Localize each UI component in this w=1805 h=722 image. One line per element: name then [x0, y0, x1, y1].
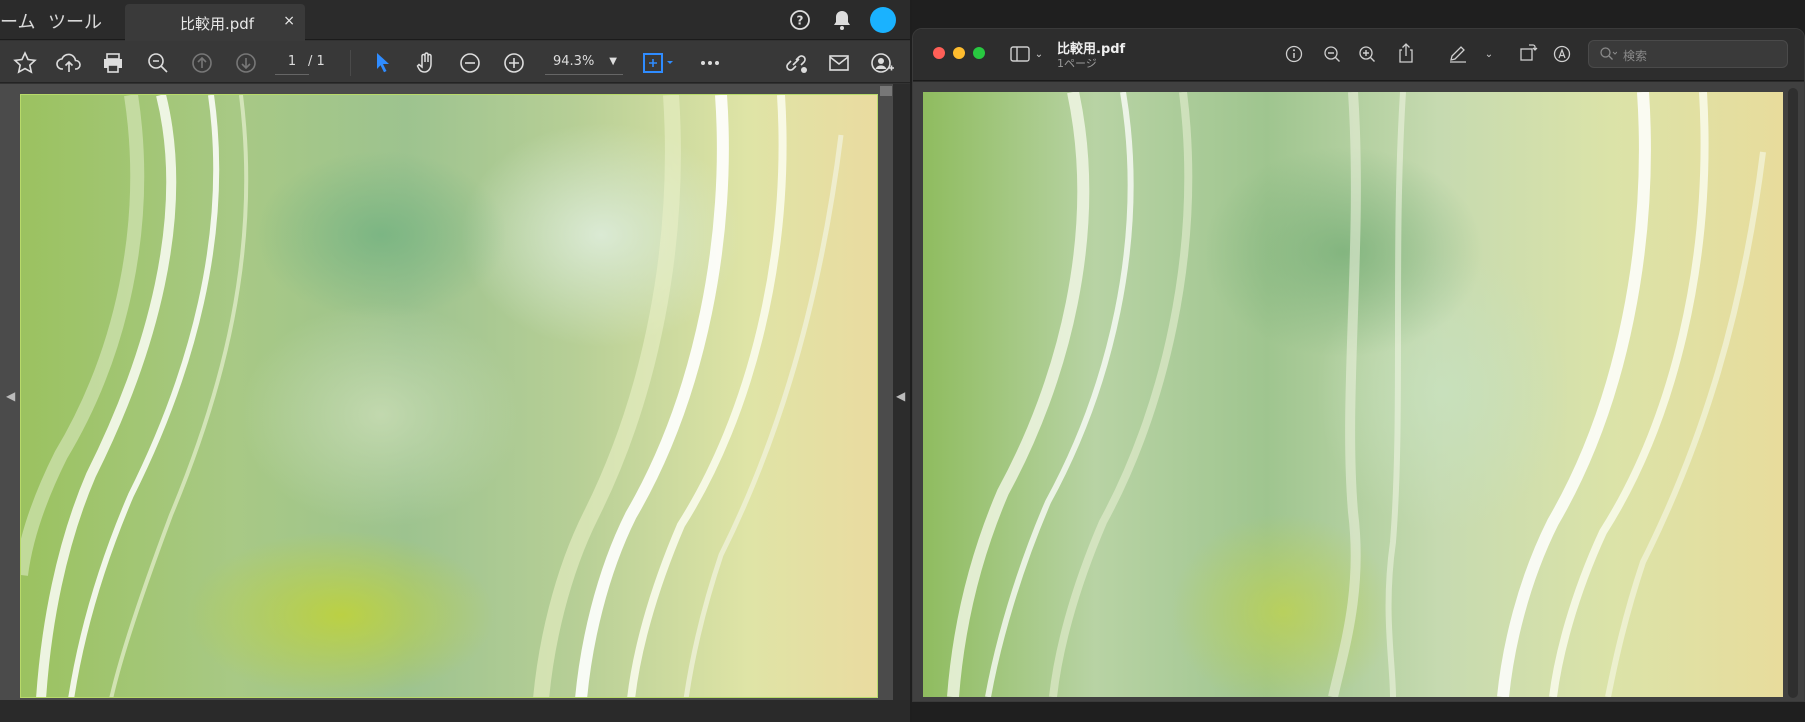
menu-item-partial[interactable]: ーム — [0, 8, 35, 34]
status-strip — [0, 700, 910, 722]
search-placeholder: 検索 — [1623, 49, 1648, 63]
preview-window: ⌄ 比較用.pdf 1ページ ⌄ 検索 — [912, 28, 1805, 702]
search-icon — [1599, 46, 1618, 66]
cloud-upload-icon[interactable] — [56, 50, 82, 76]
fit-page-icon[interactable] — [640, 50, 676, 76]
document-canvas: ◀ ◀ — [0, 84, 910, 722]
link-icon[interactable] — [782, 50, 810, 76]
page-down-icon[interactable] — [233, 50, 259, 76]
document-tab[interactable]: 比較用.pdf × — [125, 4, 305, 41]
page-total: / 1 — [308, 54, 325, 69]
right-panel-collapsed — [893, 84, 910, 722]
print-icon[interactable] — [100, 50, 126, 76]
search-field[interactable]: 検索 — [1588, 40, 1788, 68]
pdf-page — [20, 94, 878, 698]
bell-icon[interactable] — [830, 8, 854, 32]
hand-tool-icon[interactable] — [413, 50, 439, 76]
markup-icon[interactable] — [1551, 43, 1573, 65]
zoom-out-icon[interactable] — [457, 50, 483, 76]
close-tab-icon[interactable]: × — [283, 13, 295, 29]
minimize-window-button[interactable] — [953, 47, 965, 59]
zoom-out-icon[interactable] — [1321, 43, 1343, 65]
zoom-window-button[interactable] — [973, 47, 985, 59]
collapse-left-icon[interactable]: ◀ — [6, 389, 15, 403]
avatar[interactable] — [870, 7, 896, 33]
more-icon[interactable] — [697, 50, 723, 76]
zoom-in-icon[interactable] — [1356, 43, 1378, 65]
document-tab-title: 比較用.pdf — [180, 15, 255, 33]
select-arrow-icon[interactable] — [370, 50, 396, 76]
pen-icon[interactable] — [1447, 42, 1469, 64]
page-up-icon[interactable] — [189, 50, 215, 76]
chevron-down-icon[interactable]: ⌄ — [1483, 45, 1495, 63]
wave-stripes-art — [947, 92, 1766, 697]
toolbar-divider — [350, 50, 351, 76]
share-icon[interactable] — [1395, 42, 1417, 64]
user-add-icon[interactable] — [868, 50, 896, 76]
preview-app-area: ⌄ 比較用.pdf 1ページ ⌄ 検索 — [912, 0, 1805, 722]
search-zoom-icon[interactable] — [145, 50, 171, 76]
mail-icon[interactable] — [826, 50, 852, 76]
pdf-page — [923, 92, 1783, 697]
vertical-scrollbar[interactable] — [880, 86, 892, 96]
preview-canvas — [913, 82, 1804, 701]
wave-stripes-art — [21, 95, 844, 697]
zoom-level-select[interactable]: 94.3% ▼ — [545, 49, 623, 75]
collapse-right-icon[interactable]: ◀ — [896, 389, 905, 403]
page-number-input[interactable]: 1 — [275, 49, 309, 75]
chevron-down-icon[interactable]: ⌄ — [1033, 45, 1045, 63]
close-window-button[interactable] — [933, 47, 945, 59]
star-icon[interactable] — [12, 50, 38, 76]
rotate-icon[interactable] — [1517, 42, 1539, 64]
svg-text:?: ? — [797, 14, 804, 28]
menu-item-tools[interactable]: ツール — [48, 8, 102, 34]
zoom-in-icon[interactable] — [501, 50, 527, 76]
sidebar-icon[interactable] — [1009, 43, 1031, 65]
vertical-scrollbar[interactable] — [1788, 88, 1798, 698]
chevron-down-icon: ▼ — [609, 56, 617, 67]
tab-bar: ーム ツール 比較用.pdf × ? — [0, 0, 910, 41]
preview-titlebar: ⌄ 比較用.pdf 1ページ ⌄ 検索 — [913, 29, 1804, 81]
info-icon[interactable] — [1283, 43, 1305, 65]
window-subtitle: 1ページ — [1057, 57, 1097, 70]
zoom-level-value: 94.3% — [553, 54, 595, 69]
acrobat-window: ーム ツール 比較用.pdf × ? 1 / 1 94.3% ▼ ◀ ◀ — [0, 0, 910, 722]
main-toolbar: 1 / 1 94.3% ▼ — [0, 41, 910, 83]
help-icon[interactable]: ? — [788, 8, 812, 32]
